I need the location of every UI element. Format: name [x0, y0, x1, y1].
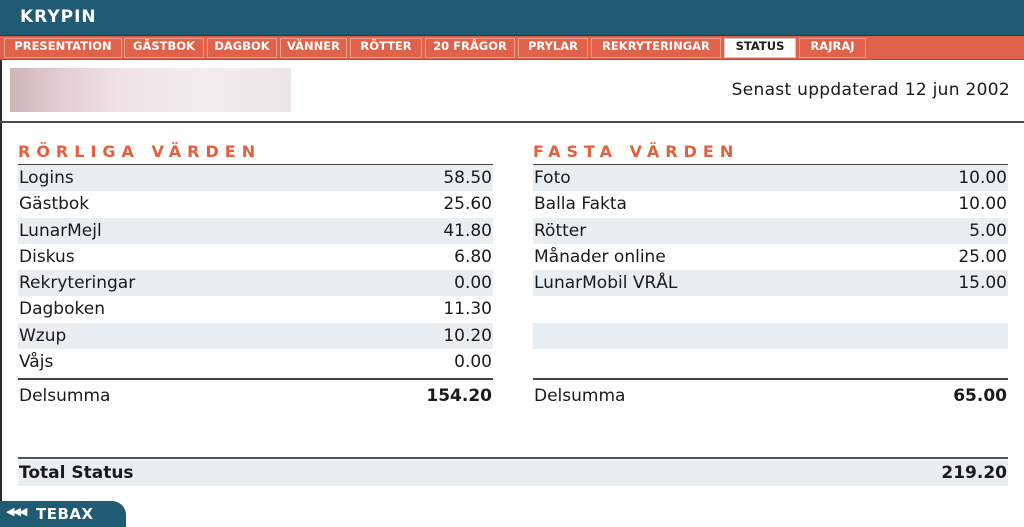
avatar [10, 68, 291, 112]
back-label: TEBAX [36, 505, 94, 523]
table-row [533, 296, 1008, 322]
row-value: 0.00 [454, 273, 492, 294]
row-value: 11.30 [443, 299, 492, 320]
tab-label: PRESENTATION [14, 39, 112, 53]
section-heading: RÖRLIGA VÄRDEN [18, 142, 262, 161]
tab-prylar[interactable]: PRYLAR [518, 38, 588, 58]
table-row: Foto 10.00 [533, 165, 1008, 192]
row-value: 5.00 [969, 220, 1007, 241]
subtotal-label: Delsumma [534, 386, 626, 406]
table-row: Rekryteringar 0.00 [18, 270, 493, 297]
row-label: LunarMejl [19, 220, 102, 241]
back-arrows-icon: ◀◀◀ [6, 505, 27, 518]
table-row: Våjs 0.00 [18, 349, 493, 375]
divider [0, 121, 1024, 123]
tab-status[interactable]: STATUS [724, 38, 796, 58]
table-row: Dagboken 11.30 [18, 296, 493, 322]
tab-label: GÄSTBOK [133, 39, 195, 53]
tab-vanner[interactable]: VÄNNER [280, 38, 347, 58]
row-value: 10.00 [958, 168, 1007, 188]
row-value: 6.80 [454, 246, 492, 267]
right-subtotal-row: Delsumma 65.00 [533, 384, 1008, 410]
row-value: 41.80 [443, 220, 492, 241]
total-value: 219.20 [941, 463, 1007, 483]
tab-label: DAGBOK [214, 39, 270, 53]
subtotal-label: Delsumma [19, 386, 111, 406]
row-label: Rötter [534, 220, 587, 241]
row-label: Wzup [19, 325, 67, 346]
fixed-values-panel: FASTA VÄRDEN Foto 10.00 Balla Fakta 10.00 … [533, 140, 1008, 375]
tab-label: RAJRAJ [810, 39, 855, 53]
table-row: LunarMobil VRÅL 15.00 [533, 270, 1008, 297]
tab-label: STATUS [735, 39, 785, 53]
row-value: 58.50 [443, 168, 492, 188]
total-divider [18, 457, 1008, 459]
row-label: Foto [534, 168, 571, 188]
tab-gastbok[interactable]: GÄSTBOK [124, 38, 204, 58]
subtotal-divider [18, 378, 493, 380]
row-label: Logins [19, 168, 74, 188]
tab-rekryteringar[interactable]: REKRYTERINGAR [591, 38, 721, 58]
table-row: Rötter 5.00 [533, 217, 1008, 244]
table-row: Diskus 6.80 [18, 244, 493, 270]
row-value: 10.00 [958, 194, 1007, 215]
left-border [0, 60, 2, 527]
table-row: Wzup 10.20 [18, 322, 493, 350]
row-label: Balla Fakta [534, 194, 627, 215]
tab-rajraj[interactable]: RAJRAJ [799, 38, 866, 58]
subtotal-value: 65.00 [953, 386, 1007, 406]
app-titlebar: KRYPIN [0, 0, 1024, 36]
row-label: Gästbok [19, 194, 90, 215]
app-title: KRYPIN [20, 7, 97, 27]
back-button[interactable]: ◀◀◀ TEBAX [0, 501, 126, 527]
row-value: 15.00 [958, 273, 1007, 294]
table-row [533, 322, 1008, 350]
section-heading: FASTA VÄRDEN [533, 142, 740, 161]
subtotal-value: 154.20 [426, 386, 492, 406]
table-row [533, 349, 1008, 375]
tab-dagbok[interactable]: DAGBOK [207, 38, 277, 58]
row-label: Våjs [19, 352, 54, 373]
tab-label: RÖTTER [360, 39, 412, 53]
last-updated: Senast uppdaterad 12 jun 2002 [731, 80, 1010, 100]
row-value: 10.20 [443, 325, 492, 346]
table-row: Logins 58.50 [18, 165, 493, 192]
row-value: 0.00 [454, 352, 492, 373]
subtotal-divider [533, 378, 1008, 380]
variable-values-panel: RÖRLIGA VÄRDEN Logins 58.50 Gästbok 25.60 … [18, 140, 493, 375]
table-row: LunarMejl 41.80 [18, 217, 493, 244]
tab-20-fragor[interactable]: 20 FRÅGOR [425, 38, 515, 58]
total-row: Total Status 219.20 [18, 460, 1008, 486]
row-label: Rekryteringar [19, 273, 136, 294]
tab-label: REKRYTERINGAR [602, 39, 710, 53]
row-value: 25.60 [443, 194, 492, 215]
total-label: Total Status [19, 463, 134, 483]
tab-label: VÄNNER [287, 39, 340, 53]
table-row: Gästbok 25.60 [18, 191, 493, 217]
table-row: Månader online 25.00 [533, 244, 1008, 270]
table-row: Balla Fakta 10.00 [533, 191, 1008, 217]
tab-presentation[interactable]: PRESENTATION [4, 38, 122, 58]
row-label: Diskus [19, 246, 75, 267]
tab-bar: PRESENTATION GÄSTBOK DAGBOK VÄNNER RÖTTE… [0, 36, 1024, 60]
tab-label: 20 FRÅGOR [433, 39, 507, 53]
row-label: Månader online [534, 246, 666, 267]
row-label: LunarMobil VRÅL [534, 273, 678, 294]
left-subtotal-row: Delsumma 154.20 [18, 384, 493, 410]
tab-rotter[interactable]: RÖTTER [350, 38, 422, 58]
tab-label: PRYLAR [527, 39, 579, 53]
row-value: 25.00 [958, 246, 1007, 267]
row-label: Dagboken [19, 299, 105, 320]
